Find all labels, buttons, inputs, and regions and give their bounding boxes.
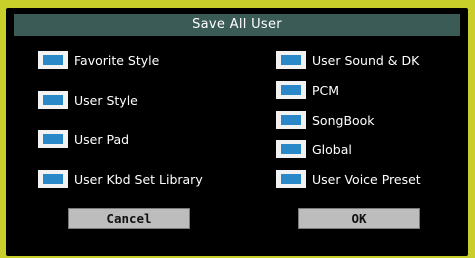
checkbox[interactable]: [276, 140, 306, 158]
checkbox[interactable]: [38, 91, 68, 109]
option-label: User Pad: [74, 131, 130, 147]
checkbox-checked-mark: [281, 144, 301, 154]
checkbox[interactable]: [38, 51, 68, 69]
checkbox-checked-mark: [281, 174, 301, 184]
option-user-kbd-set-library[interactable]: User Kbd Set Library: [38, 168, 203, 190]
option-pcm[interactable]: PCM: [276, 79, 339, 101]
checkbox-checked-mark: [43, 174, 63, 184]
checkbox-checked-mark: [43, 134, 63, 144]
option-label: Favorite Style: [74, 52, 160, 68]
option-user-voice-preset[interactable]: User Voice Preset: [276, 168, 421, 190]
option-label: User Kbd Set Library: [74, 171, 203, 187]
checkbox-checked-mark: [281, 55, 301, 65]
option-label: User Style: [74, 92, 138, 108]
option-label: User Voice Preset: [312, 171, 421, 187]
ok-button[interactable]: OK: [298, 208, 420, 229]
checkbox[interactable]: [276, 111, 306, 129]
option-global[interactable]: Global: [276, 138, 352, 160]
checkbox[interactable]: [276, 51, 306, 69]
option-favorite-style[interactable]: Favorite Style: [38, 49, 159, 71]
checkbox[interactable]: [276, 170, 306, 188]
checkbox[interactable]: [276, 81, 306, 99]
save-all-user-dialog: Save All User Favorite Style User Style …: [6, 8, 468, 256]
option-label: SongBook: [312, 112, 375, 128]
checkbox-checked-mark: [43, 95, 63, 105]
option-songbook[interactable]: SongBook: [276, 109, 375, 131]
cancel-button[interactable]: Cancel: [68, 208, 190, 229]
dialog-title: Save All User: [14, 14, 460, 36]
option-user-style[interactable]: User Style: [38, 89, 138, 111]
dialog-frame: Save All User Favorite Style User Style …: [0, 0, 475, 258]
checkbox[interactable]: [38, 170, 68, 188]
option-label: User Sound & DK: [312, 52, 420, 68]
option-label: PCM: [312, 82, 340, 98]
option-user-sound-dk[interactable]: User Sound & DK: [276, 49, 419, 71]
checkbox-checked-mark: [281, 85, 301, 95]
option-label: Global: [312, 141, 352, 157]
checkbox-checked-mark: [281, 115, 301, 125]
checkbox-checked-mark: [43, 55, 63, 65]
option-user-pad[interactable]: User Pad: [38, 128, 129, 150]
checkbox[interactable]: [38, 130, 68, 148]
